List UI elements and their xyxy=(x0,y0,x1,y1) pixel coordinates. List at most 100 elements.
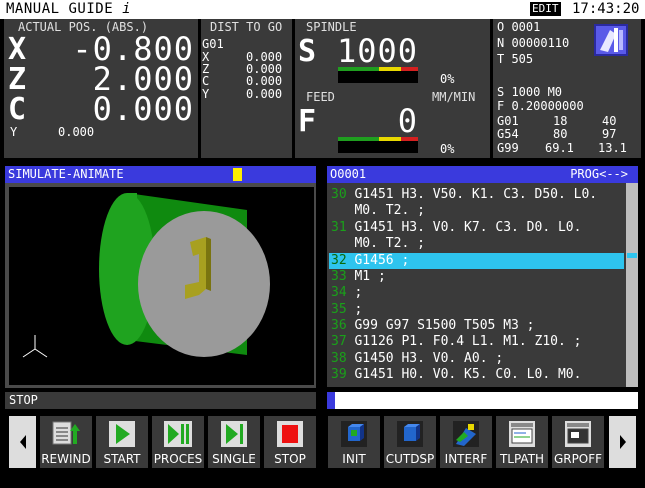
program-f-line: F 0.20000000 xyxy=(497,99,584,113)
simulate-status: STOP xyxy=(9,393,38,407)
divider xyxy=(490,19,493,158)
start-label: START xyxy=(103,452,141,466)
dist-axis-y: Y xyxy=(202,87,210,101)
axis-value-y: 0.000 xyxy=(58,125,95,139)
g-code-value: 69.1 xyxy=(545,141,574,155)
stop-label: STOP xyxy=(274,452,306,466)
program-s-line: S 1000 M0 xyxy=(497,85,563,99)
program-line[interactable]: 39 G1451 H0. V0. K5. C0. L0. M0. xyxy=(331,367,581,382)
machine-icon xyxy=(594,24,628,56)
edit-badge: EDIT xyxy=(530,2,561,16)
program-n-number: N 00000110 xyxy=(497,36,570,50)
rewind-button[interactable]: REWIND xyxy=(40,416,92,468)
g-code-value: 13.1 xyxy=(598,141,627,155)
program-t-number: T 505 xyxy=(497,52,534,66)
spindle-load-bar xyxy=(338,67,418,83)
step-forward-icon xyxy=(221,421,247,447)
single-label: SINGLE xyxy=(212,452,256,466)
program-editor[interactable]: 30 G1451 H3. V50. K1. C3. D50. L0. M0. T… xyxy=(327,183,626,387)
g-code-value: 80 xyxy=(553,127,568,141)
axis-label-y: Y xyxy=(10,125,18,139)
graphic-off-icon xyxy=(565,421,591,447)
dist-to-go-header: DIST TO GO xyxy=(210,20,283,34)
tool-path-icon xyxy=(509,421,535,447)
grpoff-button[interactable]: GRPOFF xyxy=(552,416,604,468)
cutdsp-button[interactable]: CUTDSP xyxy=(384,416,436,468)
cutdsp-label: CUTDSP xyxy=(385,452,435,466)
process-label: PROCES xyxy=(153,452,203,466)
dist-value-c: 0.000 xyxy=(246,74,283,88)
play-pause-icon xyxy=(164,421,192,447)
dist-axis-c: C xyxy=(202,74,210,88)
grpoff-label: GRPOFF xyxy=(553,452,603,466)
input-cursor xyxy=(327,392,335,409)
stop-icon xyxy=(277,421,303,447)
window-title: MANUAL GUIDE i xyxy=(6,1,132,17)
spindle-letter: S xyxy=(298,34,317,69)
program-line[interactable]: 33 M1 ; xyxy=(331,269,386,284)
g-code-value: 18 xyxy=(553,114,568,128)
program-name: O0001 xyxy=(330,167,367,181)
input-line[interactable] xyxy=(327,392,638,409)
interf-label: INTERF xyxy=(444,452,488,466)
simulate-title: SIMULATE-ANIMATE xyxy=(8,167,124,181)
next-page-button[interactable] xyxy=(609,416,636,468)
feed-unit: MM/MIN xyxy=(432,90,476,104)
clock: 17:43:20 xyxy=(572,1,640,17)
program-line[interactable]: 30 G1451 H3. V50. K1. C3. D50. L0. xyxy=(331,187,597,202)
divider xyxy=(198,19,201,158)
program-line[interactable]: M0. T2. ; xyxy=(331,203,424,218)
interf-button[interactable]: INTERF xyxy=(440,416,492,468)
program-line[interactable]: 35 ; xyxy=(331,302,362,317)
cut-display-icon xyxy=(397,421,423,447)
program-line[interactable]: 37 G1126 P1. F0.4 L1. M1. Z10. ; xyxy=(331,334,581,349)
chevron-right-icon xyxy=(620,435,626,449)
chevron-left-icon xyxy=(20,435,26,449)
tlpath-button[interactable]: TLPATH xyxy=(496,416,548,468)
g-code-value: 40 xyxy=(602,114,617,128)
tlpath-label: TLPATH xyxy=(499,452,545,466)
axis-label-c: C xyxy=(8,92,27,127)
feed-rate-value: 0 xyxy=(397,102,418,140)
g-code-value: 97 xyxy=(602,127,617,141)
simulate-indicator xyxy=(233,168,242,181)
program-scrollbar[interactable] xyxy=(626,183,638,387)
rewind-label: REWIND xyxy=(41,452,91,466)
scrollbar-thumb[interactable] xyxy=(627,253,637,258)
g-code-row: G01 xyxy=(497,114,519,128)
spindle-override: 0% xyxy=(440,72,455,86)
spindle-speed-value: 1000 xyxy=(336,32,418,70)
interference-icon xyxy=(453,421,479,447)
prev-page-button[interactable] xyxy=(9,416,36,468)
program-line[interactable]: 36 G99 G97 S1500 T505 M3 ; xyxy=(331,318,535,333)
g-code-row: G99 xyxy=(497,141,519,155)
program-title-bar: O0001 PROG<--> xyxy=(327,166,638,183)
program-line[interactable]: 31 G1451 H3. V0. K7. C3. D0. L0. xyxy=(331,220,581,235)
start-button[interactable]: START xyxy=(96,416,148,468)
feed-letter: F xyxy=(298,104,317,139)
modal-g-code: G01 xyxy=(202,37,224,51)
feed-load-bar xyxy=(338,137,418,153)
program-line-selected[interactable]: 32 G1456 ; xyxy=(331,253,409,268)
init-view-icon xyxy=(341,421,367,447)
process-button[interactable]: PROCES xyxy=(152,416,204,468)
init-button[interactable]: INIT xyxy=(328,416,380,468)
init-label: INIT xyxy=(342,452,366,466)
axis-value-c: 0.000 xyxy=(92,90,194,128)
dist-value-y: 0.000 xyxy=(246,87,283,101)
title-bar: MANUAL GUIDE i EDIT 17:43:20 xyxy=(0,0,645,19)
simulate-status-bar: STOP xyxy=(5,392,316,409)
g-code-row: G54 xyxy=(497,127,519,141)
program-line[interactable]: M0. T2. ; xyxy=(331,236,424,251)
play-icon xyxy=(109,421,135,447)
program-line[interactable]: 34 ; xyxy=(331,285,362,300)
stop-button[interactable]: STOP xyxy=(264,416,316,468)
program-line[interactable]: 38 G1450 H3. V0. A0. ; xyxy=(331,351,503,366)
rewind-icon xyxy=(52,421,80,445)
single-button[interactable]: SINGLE xyxy=(208,416,260,468)
program-o-number: O 0001 xyxy=(497,20,541,34)
divider xyxy=(292,19,295,158)
simulate-title-bar: SIMULATE-ANIMATE xyxy=(5,166,316,183)
simulation-view[interactable] xyxy=(9,187,314,385)
feed-override: 0% xyxy=(440,142,455,156)
